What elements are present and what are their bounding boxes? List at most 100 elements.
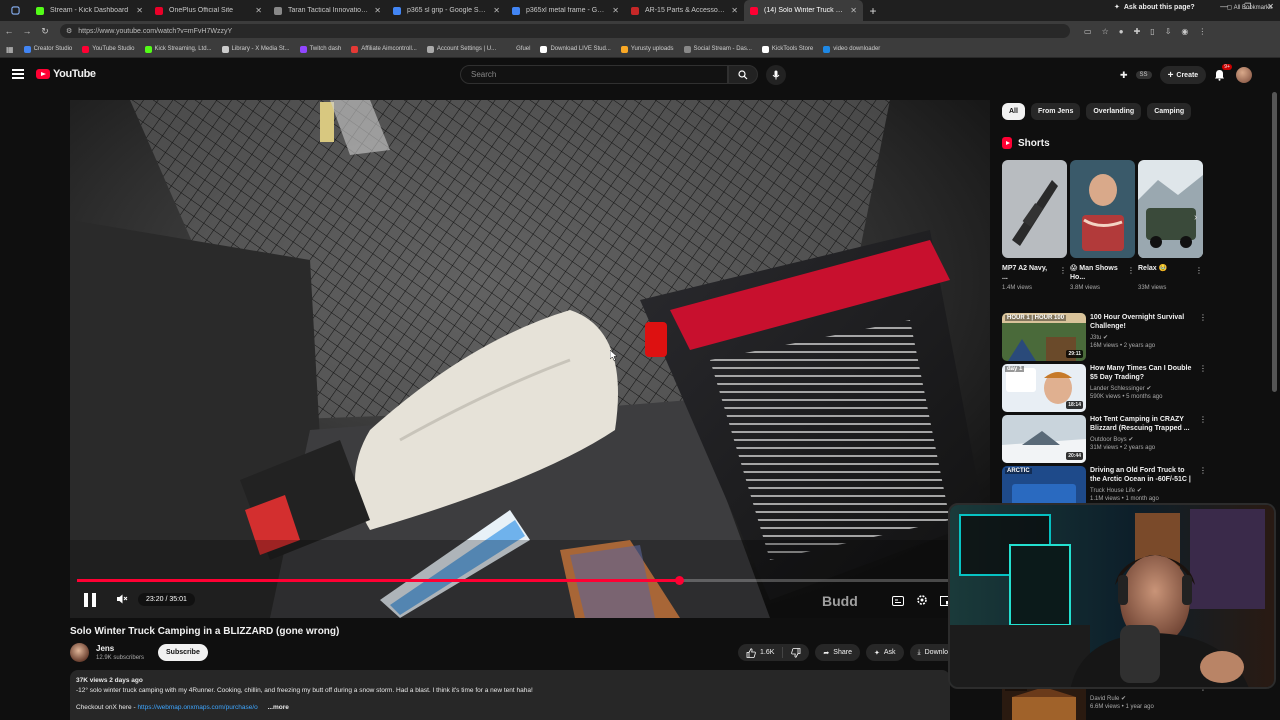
video-thumbnail[interactable]: day 1 18:14	[1002, 364, 1086, 412]
video-title[interactable]: 100 Hour Overnight Survival Challenge!	[1090, 313, 1194, 331]
filter-chip[interactable]: From Jens	[1030, 103, 1081, 120]
tab-close-icon[interactable]: ✕	[850, 6, 857, 15]
ss-badge[interactable]: SS	[1135, 71, 1152, 79]
more-options-icon[interactable]: ⋮	[1199, 415, 1207, 424]
video-title[interactable]: How Many Times Can I Double $5 Day Tradi…	[1090, 364, 1194, 382]
onx-link[interactable]: https://webmap.onxmaps.com/purchase/o	[137, 704, 257, 711]
more-options-icon[interactable]: ⋮	[1199, 364, 1207, 373]
bookmark-item[interactable]: Account Settings | U...	[426, 45, 496, 53]
site-info-icon[interactable]: ⚙	[66, 27, 72, 35]
video-thumbnail[interactable]: HOUR 1 | HOUR 100 29:11	[1002, 313, 1086, 361]
short-card[interactable]: MP7 A2 Navy, ... 1.4M views ⋮	[1002, 160, 1067, 291]
reload-button[interactable]: ↻	[36, 26, 54, 37]
channel-avatar[interactable]	[70, 643, 89, 662]
new-tab-button[interactable]: +	[863, 0, 883, 21]
apps-icon[interactable]: ▦	[6, 45, 14, 54]
short-thumbnail[interactable]	[1070, 160, 1135, 258]
channel-name[interactable]: Lander Schlessinger ✔	[1090, 385, 1194, 392]
browser-tab[interactable]: OnePlus Official Site ✕	[149, 0, 268, 21]
short-card[interactable]: 😱 Man Shows Ho... 3.8M views ⋮	[1070, 160, 1135, 291]
ask-about-page-button[interactable]: ✦ Ask about this page?	[1114, 3, 1195, 12]
bookmark-item[interactable]: Twitch dash	[299, 45, 341, 53]
video-title[interactable]: Hot Tent Camping in CRAZY Blizzard (Resc…	[1090, 415, 1194, 433]
tab-close-icon[interactable]: ✕	[493, 6, 500, 15]
shorts-next-arrow-icon[interactable]: ›	[1194, 212, 1197, 223]
short-title[interactable]: MP7 A2 Navy, ...	[1002, 264, 1054, 282]
bookmark-item[interactable]: Library - X Media St...	[221, 45, 290, 53]
more-options-icon[interactable]: ⋮	[1199, 466, 1207, 475]
more-options-icon[interactable]: ⋮	[1199, 313, 1207, 322]
bookmark-item[interactable]: Yurusty uploads	[620, 45, 674, 53]
channel-name[interactable]: David Rule ✔	[1090, 695, 1194, 702]
youtube-logo[interactable]: YouTube	[36, 68, 96, 80]
channel-name[interactable]: J3tu ✔	[1090, 334, 1194, 341]
more-options-icon[interactable]: ⋮	[1127, 266, 1135, 275]
progress-bar[interactable]	[77, 576, 983, 585]
notifications-button[interactable]: 9+	[1214, 64, 1232, 82]
ask-button[interactable]: ✦ Ask	[865, 644, 904, 661]
more-options-icon[interactable]: ⋮	[1059, 266, 1067, 275]
account-avatar[interactable]	[1236, 67, 1253, 83]
bookmark-star-icon[interactable]: ☆	[1102, 27, 1109, 36]
bookmark-item[interactable]: Social Stream - Das...	[683, 45, 752, 53]
show-more-button[interactable]: ...more	[268, 704, 289, 711]
short-title[interactable]: Relax 🥹	[1138, 264, 1190, 282]
profile-icon[interactable]: ◉	[1181, 27, 1188, 36]
bookmark-item[interactable]: Kick Streaming, Ltd...	[144, 45, 212, 53]
url-field[interactable]: ⚙ https://www.youtube.com/watch?v=mFvH7W…	[60, 24, 1070, 38]
channel-name[interactable]: Truck House Life ✔	[1090, 487, 1194, 494]
create-button[interactable]: + Create	[1159, 66, 1207, 84]
cast-icon[interactable]: ▭	[1084, 27, 1092, 36]
menu-icon[interactable]: ⋮	[1198, 27, 1206, 36]
tab-search-icon[interactable]	[0, 0, 30, 21]
bookmark-item[interactable]: KickTools Store	[761, 45, 813, 53]
back-button[interactable]: ←	[0, 26, 18, 36]
video-thumbnail[interactable]: 20:44	[1002, 415, 1086, 463]
filter-chip[interactable]: Camping	[1147, 103, 1192, 120]
short-card[interactable]: Relax 🥹 33M views ⋮	[1138, 160, 1203, 291]
like-button[interactable]: 1.6K	[738, 644, 782, 661]
tab-close-icon[interactable]: ✕	[255, 6, 262, 15]
bookmark-item[interactable]: YouTube Studio	[82, 45, 135, 53]
short-title[interactable]: 😱 Man Shows Ho...	[1070, 264, 1122, 282]
voice-search-button[interactable]	[766, 65, 786, 85]
forward-button[interactable]: →	[18, 26, 36, 36]
filter-chip[interactable]: All	[1002, 103, 1025, 120]
video-player[interactable]: Budd 23:20 / 35:01	[70, 100, 990, 618]
bookmark-item[interactable]: Download LIVE Stud...	[540, 45, 611, 53]
browser-tab[interactable]: p365xl metal frame - Google S... ✕	[506, 0, 625, 21]
recommended-video[interactable]: 20:44 Hot Tent Camping in CRAZY Blizzard…	[1002, 415, 1207, 463]
short-thumbnail[interactable]	[1002, 160, 1067, 258]
dislike-button[interactable]	[783, 644, 809, 661]
download-icon[interactable]: ⇩	[1165, 27, 1172, 36]
browser-tab[interactable]: p365 sl grip - Google Search ✕	[387, 0, 506, 21]
search-input[interactable]: Search	[460, 65, 728, 84]
bookmark-item[interactable]: Affiliate Aimcontroll...	[351, 45, 417, 53]
short-thumbnail[interactable]	[1138, 160, 1203, 258]
bookmark-item[interactable]: Gfuel	[506, 45, 530, 53]
menu-hamburger-icon[interactable]	[12, 69, 24, 79]
tab-close-icon[interactable]: ✕	[612, 6, 619, 15]
sidepanel-icon[interactable]: ▯	[1150, 27, 1154, 36]
search-button[interactable]	[728, 65, 758, 84]
browser-tab[interactable]: AR-15 Parts & Accessories | Fir... ✕	[625, 0, 744, 21]
cast-puzzle-icon[interactable]: ✚	[1120, 70, 1128, 81]
tab-close-icon[interactable]: ✕	[374, 6, 381, 15]
channel-name[interactable]: Outdoor Boys ✔	[1090, 436, 1194, 443]
recommended-video[interactable]: HOUR 1 | HOUR 100 29:11 100 Hour Overnigh…	[1002, 313, 1207, 361]
extension-icon[interactable]: ●	[1119, 27, 1124, 36]
all-bookmarks[interactable]: ▢ All Bookmarks	[1227, 4, 1272, 11]
video-title[interactable]: Driving an Old Ford Truck to the Arctic …	[1090, 466, 1194, 484]
settings-button[interactable]	[916, 593, 928, 611]
tab-close-icon[interactable]: ✕	[136, 6, 143, 15]
browser-tab[interactable]: Stream - Kick Dashboard ✕	[30, 0, 149, 21]
description-box[interactable]: 37K views 2 days ago -12° solo winter tr…	[70, 670, 950, 720]
puzzle-icon[interactable]: ✚	[1134, 27, 1141, 36]
mute-button[interactable]	[116, 592, 128, 610]
browser-tab[interactable]: Taran Tactical Innovations Hand... ✕	[268, 0, 387, 21]
pause-button[interactable]	[84, 593, 96, 607]
subscribe-button[interactable]: Subscribe	[158, 644, 208, 661]
filter-chip[interactable]: Overlanding	[1086, 103, 1142, 120]
subtitles-button[interactable]	[892, 593, 904, 611]
share-button[interactable]: ➦ Share	[815, 644, 860, 661]
